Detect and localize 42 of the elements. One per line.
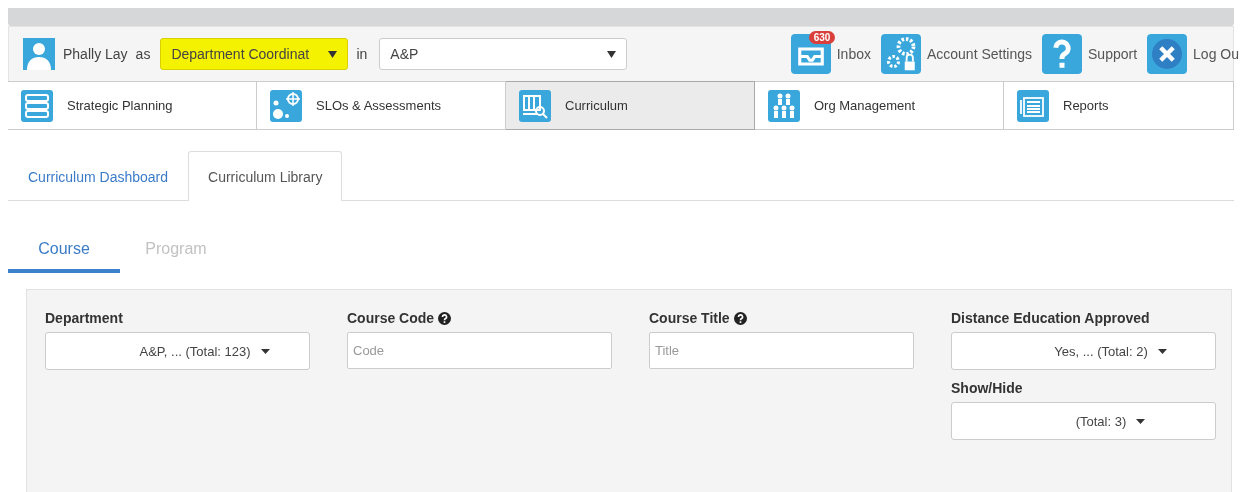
people-group-icon: [768, 89, 800, 122]
page-tab[interactable]: Curriculum Library: [188, 151, 343, 201]
user-avatar-icon: [23, 38, 55, 70]
type-tab[interactable]: Course: [8, 228, 120, 273]
inbox-tray-icon: [790, 34, 831, 74]
unit-dropdown[interactable]: A&P: [379, 38, 628, 70]
module-tab[interactable]: Org Management: [755, 81, 1004, 130]
support-link[interactable]: Support: [1040, 34, 1140, 74]
board-magnifier-icon: [519, 89, 551, 122]
stacked-bars-icon: [21, 89, 53, 122]
gears-lock-icon: [880, 34, 921, 74]
module-tab[interactable]: SLOs & Assessments: [257, 81, 506, 130]
logout-link[interactable]: Log Ou: [1145, 34, 1241, 74]
filter-dropdown[interactable]: Yes, ... (Total: 2): [951, 332, 1216, 370]
page-tab[interactable]: Curriculum Dashboard: [8, 152, 189, 201]
caret-icon: [328, 50, 338, 58]
question-mark-icon: [1042, 34, 1082, 74]
field-label: Distance Education Approved: [951, 310, 1150, 326]
field-label: Show/Hide: [951, 380, 1023, 396]
count-badge: 630: [808, 31, 836, 44]
as-label: as: [135, 46, 151, 62]
caret-icon: [260, 348, 270, 354]
input-field[interactable]: Title: [649, 332, 914, 369]
input-field[interactable]: Code: [347, 332, 612, 369]
settings-link[interactable]: Account Settings: [878, 34, 1034, 74]
in-label: in: [356, 46, 368, 62]
close-icon: [1147, 34, 1188, 74]
field-label: Department: [45, 310, 123, 326]
newspaper-icon: [1017, 89, 1049, 122]
field-label: Course Code: [347, 310, 435, 326]
crosshair-bubbles-icon: [270, 89, 302, 122]
module-tab[interactable]: Strategic Planning: [8, 81, 257, 130]
field-label: Course Title: [649, 310, 730, 326]
role-dropdown[interactable]: Department Coordinat: [160, 38, 349, 70]
caret-icon: [607, 50, 617, 58]
caret-icon: [1136, 418, 1146, 424]
module-tab[interactable]: Curriculum: [506, 81, 755, 130]
caret-icon: [1157, 348, 1167, 354]
filter-dropdown[interactable]: (Total: 3): [951, 402, 1216, 440]
filter-dropdown[interactable]: A&P, ... (Total: 123): [45, 332, 310, 370]
inbox-link[interactable]: 630 Inbox: [788, 34, 873, 74]
user-name: Phally Lay: [63, 46, 128, 62]
